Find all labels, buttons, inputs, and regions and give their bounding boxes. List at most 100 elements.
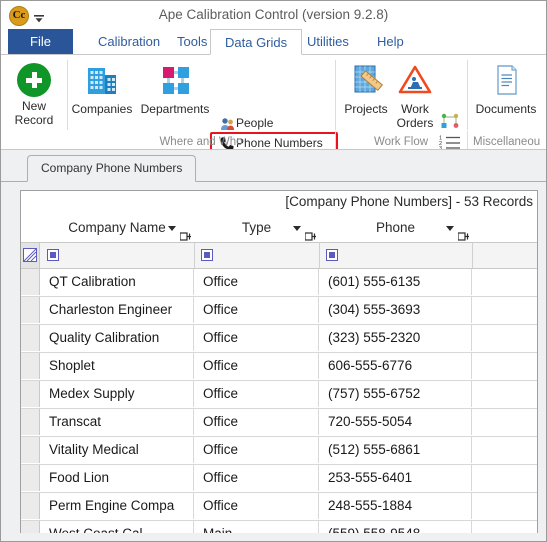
cell-type[interactable]: Office [194,325,319,351]
work-orders-button[interactable]: Work Orders [393,63,437,130]
row-selector[interactable] [21,437,40,463]
cell-phone[interactable]: (512) 555-6861 [319,437,472,463]
table-row[interactable]: Medex Supply Office (757) 555-6752 [21,381,537,409]
column-header-phone[interactable]: Phone [319,215,472,242]
group-divider [467,131,468,149]
tab-utilities[interactable]: Utilities [293,29,363,55]
cell-phone[interactable]: 253-555-6401 [319,465,472,491]
cell-company-name[interactable]: Perm Engine Compa [40,493,194,519]
filter-toggle-company-name[interactable] [47,249,59,261]
tab-help[interactable]: Help [363,29,418,55]
cell-phone[interactable]: 248-555-1884 [319,493,472,519]
cell-phone[interactable]: 720-555-5054 [319,409,472,435]
cell-phone[interactable]: (757) 555-6752 [319,381,472,407]
tab-data-grids[interactable]: Data Grids [210,29,303,55]
column-header-label: Company Name [68,220,166,235]
cell-phone[interactable]: (304) 555-3693 [319,297,472,323]
row-selector[interactable] [21,381,40,407]
cell-type[interactable]: Office [194,493,319,519]
filter-toggle-phone[interactable] [326,249,338,261]
cell-phone[interactable]: (601) 555-6135 [319,269,472,295]
cell-type[interactable]: Main [194,521,319,533]
filter-toggle-type[interactable] [201,249,213,261]
column-header-type[interactable]: Type [194,215,319,242]
companies-button[interactable]: Companies [71,63,133,116]
departments-button[interactable]: Departments [137,63,213,116]
table-row[interactable]: Vitality Medical Office (512) 555-6861 [21,437,537,465]
cell-company-name[interactable]: Vitality Medical [40,437,194,463]
projects-label: Projects [344,102,388,116]
cell-type[interactable]: Office [194,269,319,295]
title-bar: Cc Ape Calibration Control (version 9.2.… [1,1,546,29]
cell-type[interactable]: Office [194,381,319,407]
column-divider [194,243,195,268]
cell-company-name[interactable]: Medex Supply [40,381,194,407]
group-label-work-flow: Work Flow [373,136,429,148]
record-count-bar: [Company Phone Numbers] - 53 Records [21,191,537,215]
cell-phone[interactable]: (559) 558-9548 [319,521,472,533]
row-selector[interactable] [21,297,40,323]
grid-header-row: Company Name Type Phone [21,215,537,242]
column-divider [319,243,320,268]
table-row[interactable]: Charleston Engineer Office (304) 555-3693 [21,297,537,325]
org-nodes-icon [156,67,194,100]
row-selector[interactable] [21,465,40,491]
table-row[interactable]: West Coast CalMain(559) 558-9548 [21,521,537,533]
chevron-down-icon[interactable] [168,226,176,231]
cell-type[interactable]: Office [194,297,319,323]
table-row[interactable]: Transcat Office 720-555-5054 [21,409,537,437]
cell-type[interactable]: Office [194,353,319,379]
documents-button[interactable]: Documents [471,63,541,116]
cell-phone[interactable]: (323) 555-2320 [319,325,472,351]
row-selector[interactable] [21,409,40,435]
new-record-label-line2: Record [14,113,54,127]
people-label: People [236,116,274,130]
ribbon-divider [67,60,68,130]
cell-type[interactable]: Office [194,409,319,435]
table-row[interactable]: Quality Calibration Office (323) 555-2320 [21,325,537,353]
table-row[interactable]: QT Calibration Office (601) 555-6135 [21,269,537,297]
cell-type[interactable]: Office [194,437,319,463]
select-all-cell[interactable] [21,243,40,268]
cell-type[interactable]: Office [194,465,319,491]
green-plus-circle-icon [17,63,51,97]
cell-company-name[interactable]: Food Lion [40,465,194,491]
cell-company-name[interactable]: West Coast Cal [40,521,194,533]
new-record-button[interactable]: New Record [4,63,64,127]
cell-company-name[interactable]: QT Calibration [40,269,194,295]
road-work-sign-icon [396,65,434,100]
departments-label: Departments [140,102,210,116]
workflow-nodes-icon[interactable] [439,113,463,136]
column-header-label: Phone [375,220,416,235]
cell-company-name[interactable]: Charleston Engineer [40,297,194,323]
new-record-label-line1: New [21,99,46,113]
cell-company-name[interactable]: Transcat [40,409,194,435]
office-building-icon [84,68,120,100]
cell-company-name[interactable]: Quality Calibration [40,325,194,351]
row-selector[interactable] [21,353,40,379]
row-selector[interactable] [21,325,40,351]
chevron-down-icon[interactable] [293,226,301,231]
tab-calibration[interactable]: Calibration [84,29,174,55]
document-tab-strip: Company Phone Numbers [1,150,546,182]
row-selector[interactable] [21,269,40,295]
table-row[interactable]: Shoplet Office 606-555-6776 [21,353,537,381]
cell-company-name[interactable]: Shoplet [40,353,194,379]
column-header-company-name[interactable]: Company Name [40,215,194,242]
ribbon-divider [467,60,468,130]
document-page-icon [489,65,523,100]
table-row[interactable]: Perm Engine Compa Office 248-555-1884 [21,493,537,521]
row-selector[interactable] [21,493,40,519]
column-header-label: Type [241,220,272,235]
table-row[interactable]: Food Lion Office 253-555-6401 [21,465,537,493]
row-selector[interactable] [21,521,40,533]
tab-file[interactable]: File [8,29,73,55]
document-tab-company-phone-numbers[interactable]: Company Phone Numbers [27,155,197,182]
ribbon: New Record Companies Departments People … [1,55,546,173]
cell-phone[interactable]: 606-555-6776 [319,353,472,379]
group-divider [335,131,336,149]
projects-button[interactable]: Projects [339,63,393,116]
window-title: Ape Calibration Control (version 9.2.8) [158,7,389,22]
group-label-miscellaneous: Miscellaneou [473,136,541,148]
chevron-down-icon[interactable] [446,226,454,231]
